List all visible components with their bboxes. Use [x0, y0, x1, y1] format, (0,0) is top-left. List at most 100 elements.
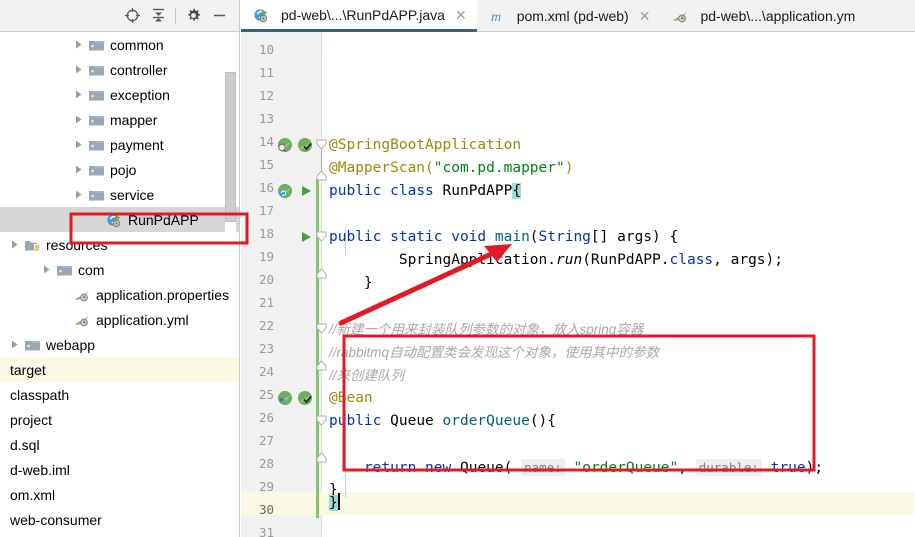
caret-line-highlight	[241, 492, 914, 515]
folder-icon	[89, 190, 104, 200]
minimize-icon[interactable]	[206, 4, 232, 28]
tree-item-target[interactable]: target	[0, 357, 239, 382]
line-number: 25	[258, 387, 274, 402]
chevron-right-icon[interactable]	[72, 63, 85, 76]
folder-icon	[57, 265, 72, 275]
tree-item-payment[interactable]: payment	[0, 132, 239, 157]
chevron-right-icon[interactable]	[8, 238, 21, 251]
collapse-all-icon[interactable]	[145, 4, 171, 28]
tree-expand-arrow[interactable]	[72, 188, 85, 201]
project-tree[interactable]: common controller exception mapper payment po…	[0, 32, 239, 537]
tree-item-web-consumer[interactable]: web-consumer	[0, 507, 239, 532]
tree-item-runpdapp[interactable]: RunPdAPP	[0, 207, 239, 232]
gear-icon[interactable]	[180, 4, 206, 28]
chevron-right-icon[interactable]	[72, 113, 85, 126]
line-number: 29	[258, 479, 274, 494]
resources-folder-icon	[25, 240, 40, 251]
spring-bean-gutter-icon[interactable]	[277, 137, 293, 157]
editor-tab-1[interactable]: m pom.xml (pd-web) ✕	[477, 0, 661, 32]
spring-boot-gutter-icon[interactable]	[277, 183, 293, 203]
code-editor[interactable]: 10 11 12 13 14 15 16 17 18 19 20 21 22 23 24 25 26 27 28 29…	[241, 32, 915, 537]
tree-expand-arrow[interactable]	[72, 63, 85, 76]
code-token-annotation: @MapperScan(	[329, 160, 434, 176]
fold-marker-class[interactable]	[315, 138, 329, 234]
editor-tab-label: pd-web\...\application.ym	[700, 8, 856, 24]
code-token-true: true	[770, 460, 806, 476]
tree-item-label: webapp	[46, 336, 96, 353]
spring-config-icon	[673, 11, 687, 23]
chevron-right-icon[interactable]	[72, 138, 85, 151]
code-token-type: Queue	[390, 413, 434, 429]
code-token-public: public	[329, 183, 382, 199]
code-line-21-comment: //新建一个用来封装队列参数的对象，放入spring容器	[329, 322, 644, 337]
chevron-right-icon[interactable]	[72, 188, 85, 201]
code-token-string: "com.pd.mapper"	[433, 160, 565, 176]
tree-item-d-sql[interactable]: d.sql	[0, 432, 239, 457]
chevron-right-icon[interactable]	[72, 163, 85, 176]
close-icon[interactable]: ✕	[639, 9, 651, 23]
line-number: 26	[258, 410, 274, 425]
tree-expand-arrow[interactable]	[72, 138, 85, 151]
code-line-24: @Bean	[329, 390, 373, 406]
tree-item-resources[interactable]: resources	[0, 232, 239, 257]
code-line-27: return new Queue( name: "orderQueue", du…	[363, 459, 824, 476]
tree-expand-arrow[interactable]	[8, 338, 21, 351]
tree-item-common[interactable]: common	[0, 32, 239, 57]
line-number: 27	[258, 433, 274, 448]
tree-item-d-web-iml[interactable]: d-web.iml	[0, 457, 239, 482]
chevron-right-icon[interactable]	[40, 263, 53, 276]
tree-item-om-xml[interactable]: om.xml	[0, 482, 239, 507]
code-token-tail: (){	[529, 413, 557, 429]
editor-area: pd-web\...\RunPdAPP.java ✕ m pom.xml (pd-we…	[241, 0, 915, 537]
line-number: 14	[258, 134, 274, 149]
tree-item-webapp[interactable]: webapp	[0, 332, 239, 357]
tree-item-label: pojo	[110, 161, 137, 178]
code-line-15: public class RunPdAPP{	[329, 180, 522, 203]
fold-marker-method[interactable]	[315, 230, 329, 302]
code-token-public: public	[329, 413, 382, 429]
tree-expand-arrow[interactable]	[72, 113, 85, 126]
tree-expand-arrow[interactable]	[72, 38, 85, 51]
tree-expand-arrow[interactable]	[8, 238, 21, 251]
code-token-tail: );	[805, 460, 824, 476]
spring-bean-gutter-icon-2[interactable]	[277, 390, 293, 410]
tree-item-com[interactable]: com	[0, 257, 239, 282]
project-tree-scrollbar-thumb[interactable]	[225, 72, 236, 222]
tree-item-application-properties[interactable]: application.properties	[0, 282, 239, 307]
chevron-right-icon[interactable]	[72, 38, 85, 51]
tree-expand-arrow[interactable]	[72, 163, 85, 176]
fold-marker-bean-method[interactable]	[315, 414, 329, 486]
line-number: 16	[258, 180, 274, 195]
editor-tab-bar: pd-web\...\RunPdAPP.java ✕ m pom.xml (pd-we…	[241, 0, 915, 32]
close-icon[interactable]: ✕	[455, 8, 467, 22]
tree-expand-arrow[interactable]	[40, 263, 53, 276]
tree-item-service[interactable]: service	[0, 182, 239, 207]
line-number: 13	[258, 111, 274, 126]
tree-item-label: d.sql	[10, 436, 40, 453]
tree-item-pojo[interactable]: pojo	[0, 157, 239, 182]
spring-check-gutter-icon[interactable]	[297, 137, 313, 157]
tree-item-exception[interactable]: exception	[0, 82, 239, 107]
line-number: 30	[258, 502, 274, 517]
locate-icon[interactable]	[119, 4, 145, 28]
editor-tab-2[interactable]: pd-web\...\application.ym	[660, 0, 865, 32]
tree-item-application-yml[interactable]: application.yml	[0, 307, 239, 332]
run-method-gutter-icon[interactable]	[299, 230, 313, 248]
editor-tab-0[interactable]: pd-web\...\RunPdAPP.java ✕	[241, 0, 477, 32]
tree-item-label: classpath	[10, 386, 70, 403]
tree-item-classpath[interactable]: classpath	[0, 382, 239, 407]
tree-item-controller[interactable]: controller	[0, 57, 239, 82]
code-token-class: class	[390, 183, 434, 199]
tree-item-project[interactable]: project	[0, 407, 239, 432]
tree-expand-arrow[interactable]	[72, 88, 85, 101]
folder-icon	[89, 65, 104, 75]
fold-marker-comment[interactable]	[315, 322, 329, 394]
run-gutter-icon[interactable]	[299, 184, 313, 202]
chevron-right-icon[interactable]	[8, 338, 21, 351]
code-line-13: @SpringBootApplication	[329, 137, 522, 153]
chevron-right-icon[interactable]	[72, 88, 85, 101]
spring-check-gutter-icon-2[interactable]	[297, 390, 313, 410]
tree-item-label: resources	[46, 236, 108, 253]
line-number: 17	[258, 203, 274, 218]
tree-item-mapper[interactable]: mapper	[0, 107, 239, 132]
